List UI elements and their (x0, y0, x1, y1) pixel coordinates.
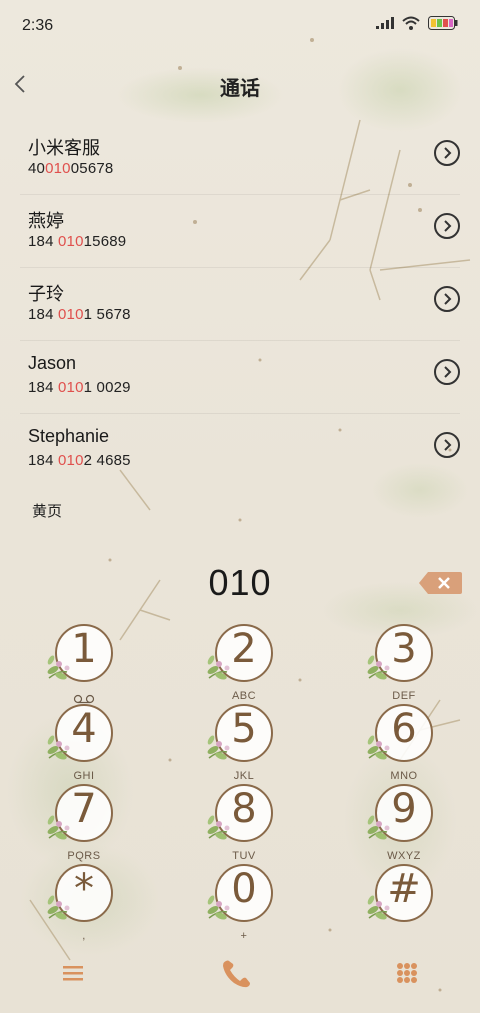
voicemail-icon (73, 691, 95, 709)
key-digit: 1 (71, 626, 97, 672)
chevron-right-icon (444, 147, 452, 159)
key-digit: 4 (71, 706, 97, 752)
contact-number: 184 01015689 (28, 233, 127, 250)
backspace-icon (419, 572, 462, 594)
battery-icon (428, 16, 458, 30)
key-8[interactable]: 8 TUV (205, 780, 285, 862)
keypad-toggle-button[interactable] (396, 962, 418, 989)
key-letters: + (240, 930, 248, 942)
signal-icon (376, 17, 394, 29)
contact-name: 子玲 (28, 284, 64, 304)
dialpad-icon (397, 963, 417, 983)
contact-number: 4001005678 (28, 160, 114, 177)
key-digit: * (74, 866, 94, 912)
key-digit: 7 (71, 786, 97, 832)
bottom-bar (0, 958, 480, 998)
contact-name: Jason (28, 353, 77, 373)
key-digit: 2 (231, 626, 257, 672)
key-2[interactable]: 2 ABC (205, 620, 285, 702)
status-time: 2:36 (22, 17, 54, 34)
key-digit: 5 (231, 706, 257, 752)
key-6[interactable]: 6 MNO (365, 700, 445, 782)
contact-detail-button[interactable] (434, 359, 460, 385)
contact-detail-button[interactable] (434, 432, 460, 458)
chevron-right-icon (444, 293, 452, 305)
list-item[interactable]: Stephanie 184 0102 4685 (0, 414, 480, 487)
list-item[interactable]: 燕婷 184 01015689 (0, 195, 480, 268)
key-hash[interactable]: # (365, 860, 445, 940)
dialed-number: 010 (208, 562, 272, 603)
list-item[interactable]: 子玲 184 0101 5678 (0, 268, 480, 341)
key-1[interactable]: 1 (45, 620, 125, 700)
key-letters: , (82, 930, 86, 942)
delete-button[interactable] (418, 571, 462, 595)
contact-detail-button[interactable] (434, 213, 460, 239)
key-digit: 3 (391, 626, 417, 672)
status-bar: 2:36 (0, 0, 480, 52)
phone-icon (223, 960, 250, 988)
key-digit: 0 (231, 866, 257, 912)
yellow-pages-link[interactable]: 黄页 (32, 500, 62, 521)
contact-detail-button[interactable] (434, 286, 460, 312)
chevron-right-icon (444, 439, 452, 451)
key-star[interactable]: *, (45, 860, 125, 942)
menu-button[interactable] (62, 962, 84, 989)
page-title: 通话 (220, 78, 260, 100)
key-digit: 8 (231, 786, 257, 832)
contact-detail-button[interactable] (434, 140, 460, 166)
key-digit: # (387, 866, 421, 912)
key-7[interactable]: 7 PQRS (45, 780, 125, 862)
list-item[interactable]: 小米客服 4001005678 (0, 122, 480, 195)
chevron-right-icon (444, 220, 452, 232)
contact-name: Stephanie (28, 426, 110, 446)
call-button[interactable] (220, 958, 252, 995)
contact-name: 小米客服 (28, 138, 100, 158)
chevron-right-icon (444, 366, 452, 378)
key-5[interactable]: 5 JKL (205, 700, 285, 782)
key-0[interactable]: 0 + (205, 860, 285, 942)
contact-number: 184 0101 5678 (28, 306, 131, 323)
contact-name: 燕婷 (28, 211, 64, 231)
contact-number: 184 0101 0029 (28, 379, 131, 396)
key-3[interactable]: 3 DEF (365, 620, 445, 702)
menu-icon (63, 966, 83, 981)
contact-number: 184 0102 4685 (28, 452, 131, 469)
list-item[interactable]: Jason 184 0101 0029 (0, 341, 480, 414)
key-digit: 6 (391, 706, 417, 752)
key-digit: 9 (391, 786, 417, 832)
wifi-icon (402, 16, 420, 30)
key-4[interactable]: 4 GHI (45, 700, 125, 782)
key-9[interactable]: 9 WXYZ (365, 780, 445, 862)
search-results-list: 小米客服 4001005678 燕婷 184 01015689 子玲 184 0… (0, 122, 480, 487)
